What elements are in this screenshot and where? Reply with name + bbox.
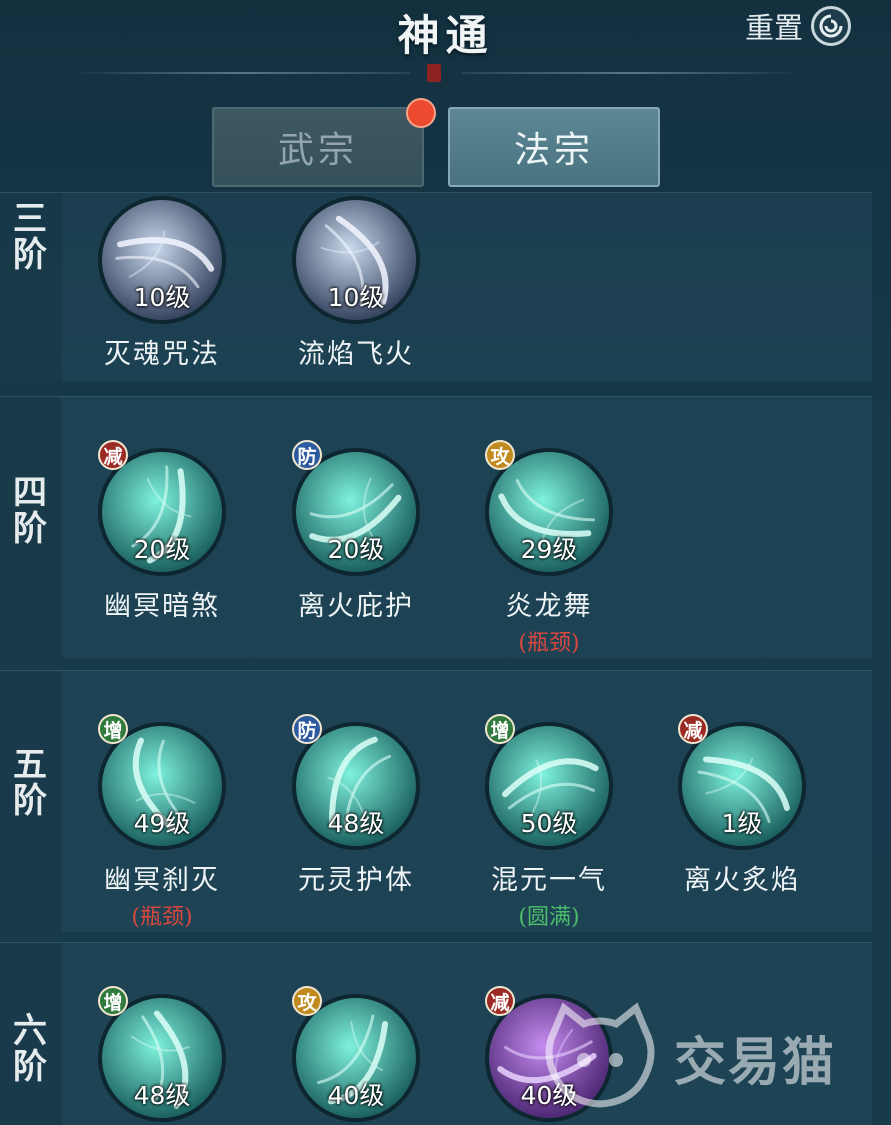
- tier-label: 四阶: [13, 473, 47, 549]
- skill-type-badge: 防: [292, 440, 322, 470]
- skill-icon: 10级: [292, 196, 420, 324]
- skill-level: 40级: [327, 1081, 385, 1110]
- header: 神通 重置: [0, 0, 891, 100]
- skill-type-badge: 防: [292, 714, 322, 744]
- tier-label: 六阶: [13, 1011, 47, 1087]
- skill-level: 10级: [133, 283, 191, 312]
- title-divider-right: [462, 72, 802, 74]
- skill-status-note: (瓶颈): [131, 905, 193, 930]
- reset-label: 重置: [745, 11, 804, 45]
- skill-name: 幽冥刹灭: [104, 865, 220, 896]
- skill-level: 29级: [520, 535, 578, 564]
- skill-card[interactable]: 减 1级离火炙焰: [652, 714, 832, 897]
- skill-level: 20级: [133, 535, 191, 564]
- skill-type-badge: 攻: [292, 986, 322, 1016]
- skill-name: 元灵护体: [298, 865, 414, 896]
- skill-status-note: (圆满): [518, 905, 580, 930]
- tab-fazong[interactable]: 法宗: [448, 107, 660, 187]
- skill-name: 混元一气: [491, 865, 607, 896]
- skill-type-badge: 增: [98, 714, 128, 744]
- skill-type-badge: 攻: [485, 440, 515, 470]
- skill-level: 48级: [327, 809, 385, 838]
- tier-label: 五阶: [13, 745, 47, 821]
- skill-card[interactable]: 减 20级幽冥暗煞: [72, 440, 252, 623]
- skill-card[interactable]: 攻 29级炎龙舞 (瓶颈): [459, 440, 639, 657]
- skill-level: 48级: [133, 1081, 191, 1110]
- skill-name: 灭魂咒法: [104, 339, 220, 370]
- skill-card[interactable]: 防 20级离火庇护: [266, 440, 446, 623]
- skill-name: 幽冥暗煞: [104, 591, 220, 622]
- skill-card[interactable]: 攻 40级: [266, 986, 446, 1122]
- skill-name: 炎龙舞: [505, 591, 593, 622]
- skill-card[interactable]: 10级流焰飞火: [266, 196, 446, 371]
- skill-level: 1级: [721, 809, 763, 838]
- notification-dot: [406, 98, 436, 128]
- skill-level: 40级: [520, 1081, 578, 1110]
- skill-card[interactable]: 减 40级: [459, 986, 639, 1122]
- skill-card[interactable]: 增 48级: [72, 986, 252, 1122]
- skill-level: 10级: [327, 283, 385, 312]
- skill-name: 离火炙焰: [684, 865, 800, 896]
- skill-card[interactable]: 防 48级元灵护体: [266, 714, 446, 897]
- reset-button[interactable]: 重置: [745, 4, 852, 48]
- tab-wuzong[interactable]: 武宗: [212, 107, 424, 187]
- skill-card[interactable]: 增 49级幽冥刹灭 (瓶颈): [72, 714, 252, 931]
- skill-level: 50级: [520, 809, 578, 838]
- skill-card[interactable]: 增 50级混元一气 (圆满): [459, 714, 639, 931]
- skill-name: 离火庇护: [298, 591, 414, 622]
- skill-level: 20级: [327, 535, 385, 564]
- skill-card[interactable]: 10级灭魂咒法: [72, 196, 252, 371]
- seal-icon: [427, 64, 441, 82]
- skill-type-badge: 减: [678, 714, 708, 744]
- skill-type-badge: 减: [485, 986, 515, 1016]
- skill-icon: 10级: [98, 196, 226, 324]
- skill-name: 流焰飞火: [298, 339, 414, 370]
- skill-type-badge: 减: [98, 440, 128, 470]
- skill-level: 49级: [133, 809, 191, 838]
- skill-status-note: (瓶颈): [518, 631, 580, 656]
- skill-type-badge: 增: [485, 714, 515, 744]
- title-divider-left: [70, 72, 410, 74]
- tier-label: 三阶: [13, 199, 47, 275]
- skill-type-badge: 增: [98, 986, 128, 1016]
- reset-icon: [811, 6, 852, 46]
